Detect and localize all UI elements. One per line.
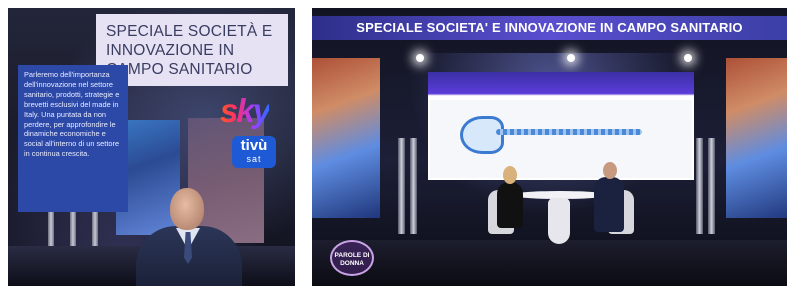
guest-body	[594, 177, 624, 232]
tivusat-logo-line2: sat	[246, 154, 262, 164]
right-video-frame: SPECIALE SOCIETA' E INNOVAZIONE IN CAMPO…	[312, 8, 787, 286]
episode-banner: SPECIALE SOCIETA' E INNOVAZIONE IN CAMPO…	[312, 16, 787, 40]
host-body	[497, 182, 523, 228]
studio-floor	[312, 240, 787, 286]
studio-pillar	[398, 138, 405, 234]
guest-figure	[594, 162, 624, 232]
studio-pillar	[708, 138, 715, 234]
tivusat-logo-line1: tivù	[240, 137, 268, 154]
host-head	[503, 166, 517, 184]
left-video-frame: SPECIALE SOCIETÀ E INNOVAZIONE IN CAMPO …	[8, 8, 295, 286]
implant-shaft	[496, 129, 642, 135]
host-figure	[497, 166, 525, 228]
implant-head	[460, 116, 504, 154]
guest-head	[170, 188, 204, 230]
episode-description: Parleremo dell'importanza dell'innovazio…	[18, 65, 128, 212]
dental-implant-image	[460, 116, 642, 154]
studio-spotlight	[684, 54, 692, 62]
studio-pillar	[410, 138, 417, 234]
studio-pillar	[696, 138, 703, 234]
tivusat-logo: tivù sat	[232, 136, 276, 168]
side-led-wall-right	[726, 58, 787, 218]
guest-head	[603, 162, 617, 179]
studio-spotlight	[567, 54, 575, 62]
studio-table-base	[548, 198, 570, 244]
studio-spotlight	[416, 54, 424, 62]
sky-logo: sky	[220, 92, 271, 129]
show-logo: PAROLE DI DONNA	[330, 240, 374, 276]
side-led-wall-left	[312, 58, 380, 218]
guest-portrait	[136, 186, 242, 286]
